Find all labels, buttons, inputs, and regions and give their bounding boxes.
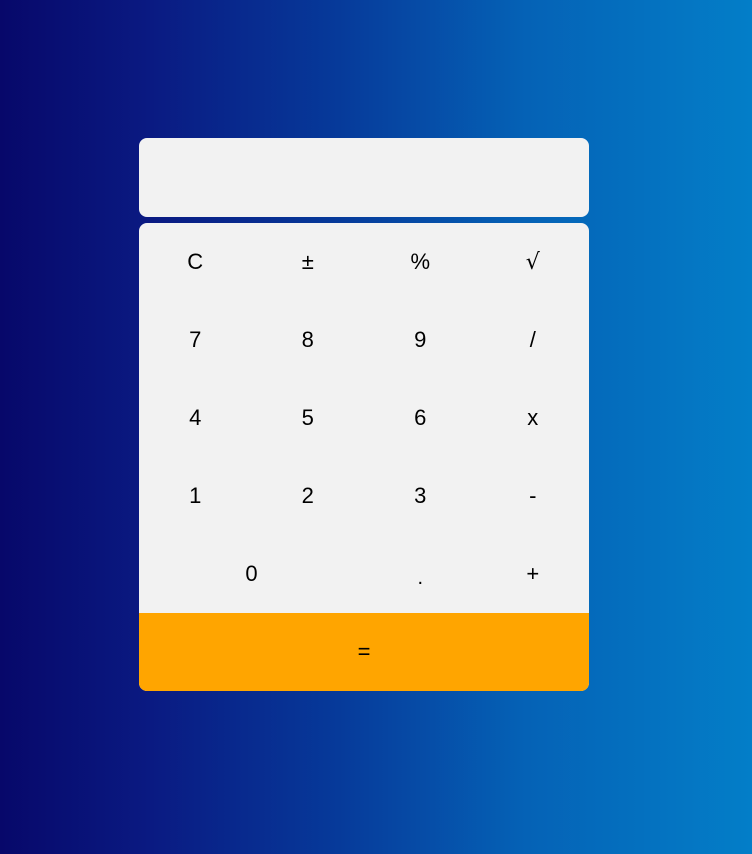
digit-3-button[interactable]: 3 — [364, 457, 477, 535]
keypad-row-5: 0 . + — [139, 535, 589, 613]
keypad-row-4: 1 2 3 - — [139, 457, 589, 535]
clear-button[interactable]: C — [139, 223, 252, 301]
digit-8-button[interactable]: 8 — [252, 301, 365, 379]
digit-2-button[interactable]: 2 — [252, 457, 365, 535]
digit-0-button[interactable]: 0 — [139, 535, 364, 613]
keypad-row-2: 7 8 9 / — [139, 301, 589, 379]
percent-button[interactable]: % — [364, 223, 477, 301]
digit-9-button[interactable]: 9 — [364, 301, 477, 379]
multiply-button[interactable]: x — [477, 379, 590, 457]
sign-toggle-button[interactable]: ± — [252, 223, 365, 301]
digit-1-button[interactable]: 1 — [139, 457, 252, 535]
divide-button[interactable]: / — [477, 301, 590, 379]
keypad-row-1: C ± % √ — [139, 223, 589, 301]
decimal-point-button[interactable]: . — [364, 535, 477, 613]
equals-button[interactable]: = — [139, 613, 589, 691]
plus-button[interactable]: + — [477, 535, 590, 613]
digit-6-button[interactable]: 6 — [364, 379, 477, 457]
square-root-button[interactable]: √ — [477, 223, 590, 301]
calculator-display — [139, 138, 589, 217]
minus-button[interactable]: - — [477, 457, 590, 535]
digit-4-button[interactable]: 4 — [139, 379, 252, 457]
digit-7-button[interactable]: 7 — [139, 301, 252, 379]
calculator-keypad: C ± % √ 7 8 9 / 4 5 6 x 1 2 3 - 0 . + = — [139, 223, 589, 691]
digit-5-button[interactable]: 5 — [252, 379, 365, 457]
equals-row: = — [139, 613, 589, 691]
keypad-row-3: 4 5 6 x — [139, 379, 589, 457]
